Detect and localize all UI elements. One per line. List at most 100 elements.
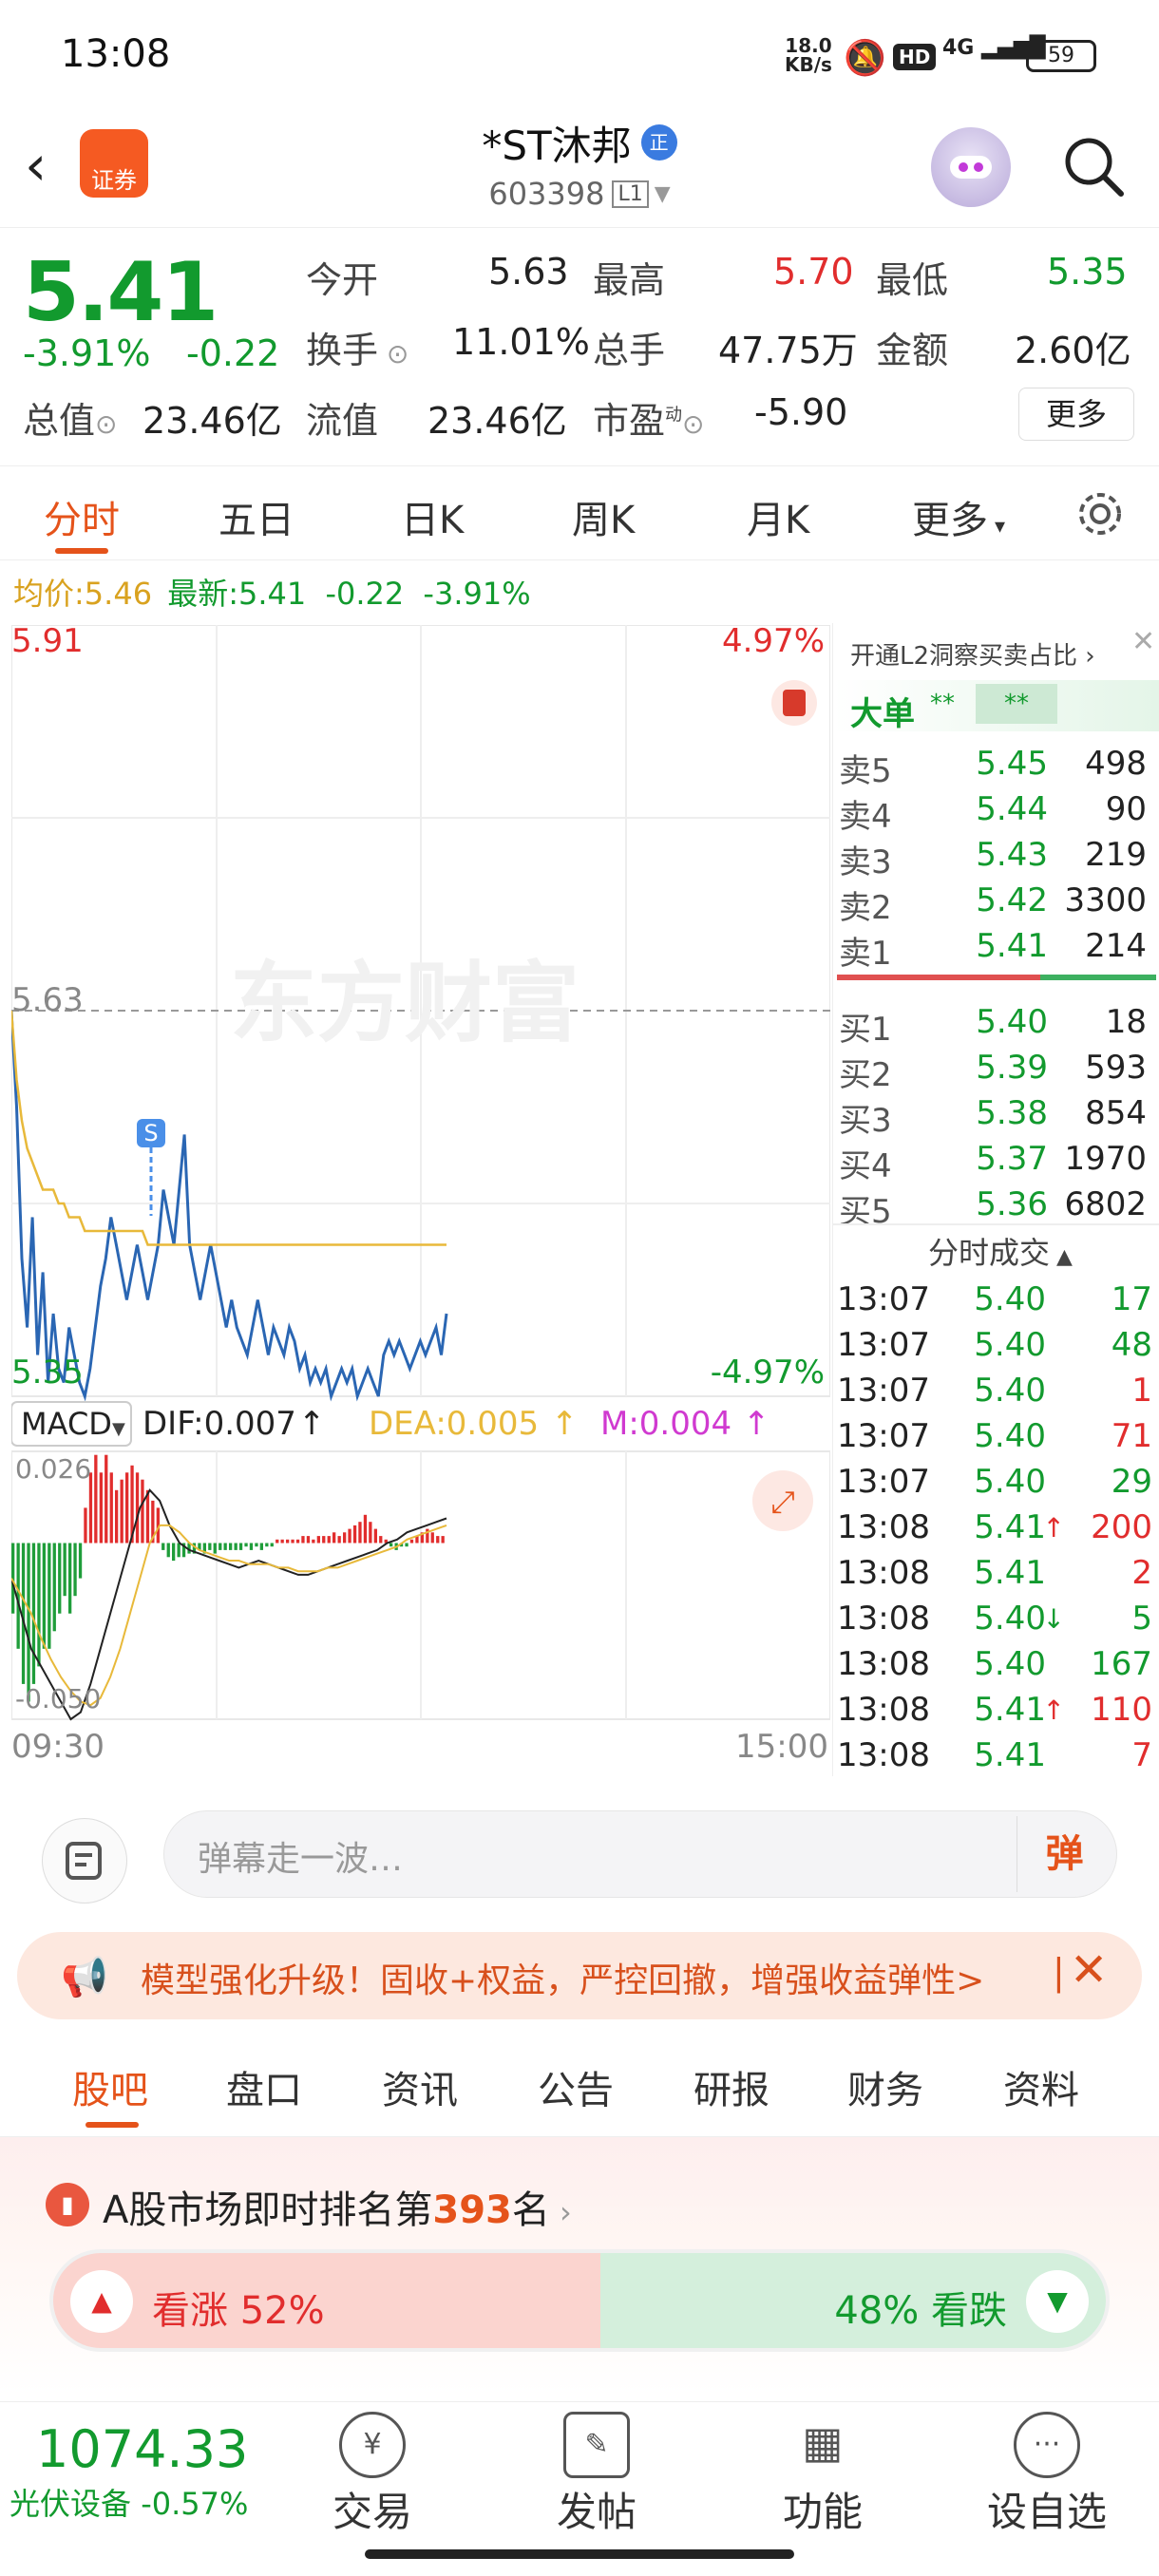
sell-level-row[interactable]: 卖1 5.41 214 — [833, 923, 1156, 973]
macd-bar — [177, 1543, 180, 1558]
stock-code: 603398 — [488, 176, 605, 212]
buy-level-row[interactable]: 买5 5.36 6802 — [833, 1182, 1156, 1231]
macd-bar — [306, 1536, 311, 1544]
tab-intraday[interactable]: 分时 — [44, 489, 120, 544]
level-badge: L1 — [612, 180, 649, 208]
chart-svg[interactable]: 东方财富 S 5.91 4.97% 5.63 5.35 -4.97% MACD … — [10, 622, 831, 1766]
pe-value: -5.90 — [754, 391, 848, 433]
down-arrow-icon[interactable]: ▼ — [1026, 2270, 1089, 2333]
macd-bar — [280, 1539, 284, 1544]
nav-post[interactable]: ✎ 发帖 — [521, 2412, 673, 2538]
danmu-list-icon[interactable] — [42, 1818, 127, 1904]
tab-five-day[interactable]: 五日 — [218, 489, 294, 544]
tab-more[interactable]: 更多 ▾ — [912, 489, 1005, 544]
promo-banner[interactable]: 📢 模型强化升级！固收+权益，严控回撤，增强收益弹性> | ✕ — [17, 1932, 1142, 2019]
megaphone-icon: 📢 — [61, 1956, 108, 1999]
ticks-title[interactable]: 分时成交 ▲ — [928, 1229, 1073, 1273]
danmu-send-button[interactable]: 弹 — [1016, 1816, 1112, 1892]
quote-panel: 5.41 -3.91% -0.22 今开 5.63 最高 5.70 最低 5.3… — [0, 228, 1159, 465]
tab-finance[interactable]: 财务 — [847, 2059, 923, 2114]
buy-level-row[interactable]: 买2 5.39 593 — [833, 1045, 1156, 1094]
macd-bar — [104, 1454, 108, 1544]
danmu-placeholder: 弹幕走一波… — [198, 1840, 404, 1879]
promo-close-icon[interactable]: ✕ — [1070, 1943, 1108, 1997]
sell-level-row[interactable]: 卖3 5.43 219 — [833, 832, 1156, 881]
tick-row: 13:08 5.41 ↑ 200 — [837, 1508, 1152, 1546]
promo-text[interactable]: 模型强化升级！固收+权益，严控回撤，增强收益弹性> — [141, 1953, 984, 2002]
sell-level-row[interactable]: 卖4 5.44 90 — [833, 786, 1156, 836]
macd-bar — [120, 1479, 124, 1544]
macd-bar — [379, 1536, 383, 1544]
macd-bar — [255, 1543, 258, 1547]
macd-bar — [441, 1536, 445, 1544]
turnover-label[interactable]: 换手 ⊙ — [306, 321, 408, 373]
tab-announcements[interactable]: 公告 — [538, 2059, 614, 2114]
sell-level-row[interactable]: 卖5 5.45 498 — [833, 741, 1156, 790]
mcap-label[interactable]: 总值⊙ — [23, 391, 117, 444]
tab-weekly-k[interactable]: 周K — [572, 489, 635, 544]
settings-gear-icon[interactable] — [1074, 487, 1127, 544]
nav-functions[interactable]: ▦ 功能 — [747, 2412, 899, 2538]
sell-level-row[interactable]: 卖2 5.42 3300 — [833, 878, 1156, 927]
stock-header: ‹ 证券 *ST沐邦 正 603398 L1 ▼ — [0, 114, 1159, 228]
net-speed: 18.0 KB/s — [785, 34, 832, 76]
amount-value: 2.60亿 — [1015, 330, 1131, 371]
nav-trade[interactable]: ¥ 交易 — [296, 2412, 448, 2538]
bar-chart-icon: ▮ — [46, 2183, 89, 2226]
avg-price-line: 均价:5.46 最新:5.41 -0.22 -3.91% — [13, 576, 531, 612]
status-time: 13:08 — [61, 32, 171, 76]
robot-avatar-icon[interactable] — [931, 127, 1011, 207]
tab-news[interactable]: 资讯 — [382, 2059, 458, 2114]
home-indicator — [365, 2549, 794, 2559]
tab-daily-k[interactable]: 日K — [401, 489, 464, 544]
up-arrow-icon[interactable]: ▲ — [70, 2270, 133, 2333]
index-value[interactable]: 1074.33 — [36, 2419, 248, 2479]
tab-monthly-k[interactable]: 月K — [747, 489, 809, 544]
nav-add-watchlist[interactable]: ··· 设自选 — [971, 2412, 1123, 2538]
search-icon[interactable] — [1060, 133, 1127, 199]
chevron-down-icon: ▼ — [654, 181, 671, 206]
hd-icon: HD — [893, 44, 937, 70]
price-top-label: 5.91 — [11, 625, 84, 660]
close-icon[interactable]: ✕ — [1131, 625, 1155, 658]
macd-bar — [73, 1543, 77, 1597]
bullish-label[interactable]: 看涨 52% — [152, 2280, 325, 2335]
index-name[interactable]: 光伏设备 -0.57% — [10, 2480, 248, 2524]
tab-profile[interactable]: 资料 — [1003, 2059, 1079, 2114]
tick-row: 13:07 5.40 17 — [837, 1280, 1152, 1318]
l2-promo-link[interactable]: 开通L2洞察买卖占比 › — [850, 636, 1095, 672]
pe-label[interactable]: 市盈动⊙ — [593, 391, 704, 444]
macd-bar — [405, 1543, 408, 1547]
tick-row: 13:08 5.41 ↑ 110 — [837, 1691, 1152, 1729]
market-rank-panel: ▮ A股市场即时排名第393名 › ▲ 看涨 52% 48% 看跌 ▼ — [0, 2137, 1159, 2394]
buy-level-row[interactable]: 买4 5.37 1970 — [833, 1136, 1156, 1185]
macd-selector: MACD — [21, 1406, 112, 1442]
mute-bell-icon: 🔕 — [844, 39, 886, 78]
tick-row: 13:07 5.40 71 — [837, 1417, 1152, 1455]
rank-text[interactable]: A股市场即时排名第393名 › — [103, 2179, 572, 2234]
svg-text:↑: ↑ — [551, 1405, 579, 1443]
open-label: 今开 — [306, 259, 379, 301]
pct-top-label: 4.97% — [722, 625, 825, 660]
stock-name: *ST沐邦 — [482, 122, 632, 169]
bearish-label[interactable]: 48% 看跌 — [834, 2280, 1007, 2335]
macd-bar — [286, 1539, 290, 1544]
svg-text:↑: ↑ — [298, 1405, 326, 1443]
intraday-chart[interactable]: 东方财富 S 5.91 4.97% 5.63 5.35 -4.97% MACD … — [10, 622, 831, 1766]
macd-bar — [316, 1536, 320, 1544]
macd-bar — [78, 1543, 83, 1579]
macd-bar — [249, 1543, 254, 1550]
macd-bar — [94, 1454, 98, 1544]
float-label: 流值 — [306, 400, 379, 442]
macd-bar — [430, 1532, 434, 1544]
volume-value: 47.75万 — [718, 330, 858, 371]
buy-level-row[interactable]: 买3 5.38 854 — [833, 1090, 1156, 1140]
tick-row: 13:07 5.40 29 — [837, 1463, 1152, 1501]
promo-separator: | — [1053, 1951, 1065, 1993]
buy-level-row[interactable]: 买1 5.40 18 — [833, 999, 1156, 1049]
tab-guba[interactable]: 股吧 — [72, 2059, 148, 2114]
more-button[interactable]: 更多 — [1018, 388, 1134, 441]
tab-pankou[interactable]: 盘口 — [226, 2059, 302, 2114]
tab-research[interactable]: 研报 — [694, 2059, 770, 2114]
mcap-value: 23.46亿 — [142, 400, 282, 442]
